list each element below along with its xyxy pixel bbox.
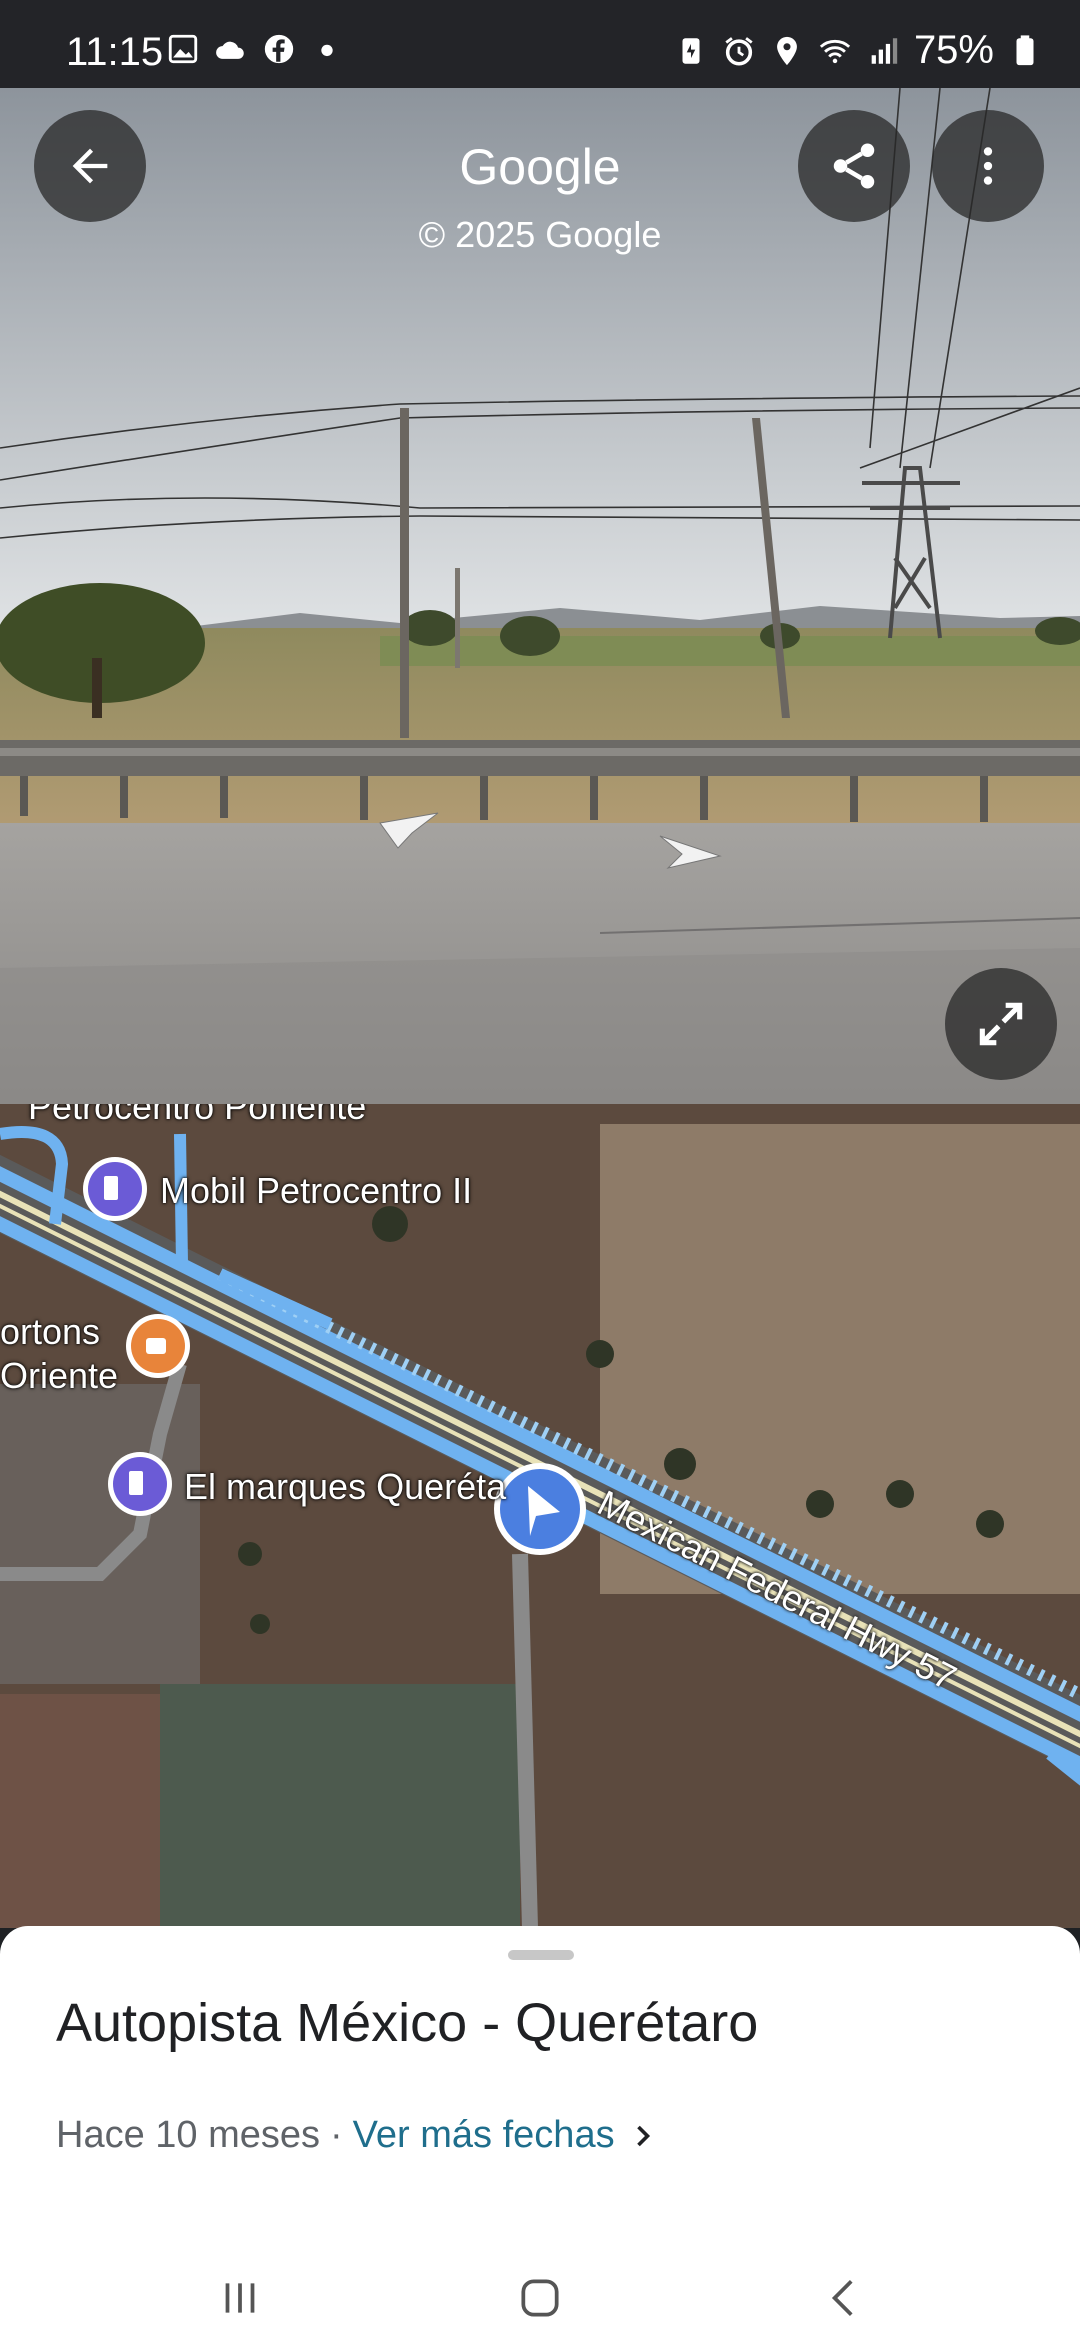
fullscreen-button[interactable] [945, 968, 1057, 1080]
poi-label[interactable]: El marques Queréta [184, 1466, 506, 1508]
satellite-map[interactable]: Petrocentro Poniente Mobil Petrocentro I… [0, 1104, 1080, 1928]
location-icon [777, 36, 797, 65]
facebook-icon [264, 34, 294, 64]
home-button[interactable] [480, 2256, 600, 2340]
share-button[interactable] [798, 110, 910, 222]
chevron-left-icon [831, 2280, 853, 2316]
back-nav-button[interactable] [785, 2256, 905, 2340]
cloud-icon [216, 41, 244, 59]
status-bar: 11:15 75% [0, 0, 1080, 88]
expand-icon [979, 1002, 1023, 1046]
separator: · [330, 2114, 343, 2156]
wifi-icon [819, 39, 851, 63]
system-nav-bar [0, 2256, 1080, 2340]
more-vert-icon [983, 147, 993, 185]
status-time: 11:15 [66, 30, 164, 74]
recents-button[interactable] [180, 2256, 300, 2340]
chevron-right-icon[interactable] [625, 2118, 661, 2154]
gallery-icon [168, 34, 198, 64]
poi-label[interactable]: ortons Oriente [0, 1310, 118, 1398]
home-icon [521, 2279, 559, 2317]
battery-icon [1016, 34, 1034, 65]
current-location-marker [494, 1463, 586, 1555]
dot-icon [321, 44, 333, 57]
alarm-icon [725, 36, 753, 66]
date-row: Hace 10 meses · Ver más fechas [56, 2114, 661, 2157]
place-title: Autopista México - Querétaro [56, 1993, 759, 2053]
share-icon [833, 143, 875, 189]
copyright-text: © 2025 Google [418, 214, 662, 255]
battery-percent: 75% [913, 28, 994, 72]
more-options-button[interactable] [932, 110, 1044, 222]
signal-icon [871, 37, 898, 64]
poi-label[interactable]: Petrocentro Poniente [28, 1104, 366, 1128]
street-view-panorama[interactable]: Google © 2025 Google [0, 88, 1080, 1104]
cafe-pin [126, 1314, 190, 1378]
poi-label[interactable]: Mobil Petrocentro II [160, 1170, 472, 1212]
street-view-title: Google [459, 139, 621, 195]
gas-station-pin-1 [83, 1157, 147, 1221]
map-canvas [0, 1104, 1080, 1928]
recents-icon [225, 2283, 255, 2313]
drag-handle[interactable] [508, 1950, 574, 1960]
more-dates-link[interactable]: Ver más fechas [353, 2114, 615, 2157]
gas-station-pin-2 [108, 1452, 172, 1516]
battery-saver-icon [682, 37, 700, 64]
capture-date: Hace 10 meses [56, 2114, 321, 2156]
bottom-sheet[interactable]: Autopista México - Querétaro Hace 10 mes… [0, 1926, 1080, 2340]
